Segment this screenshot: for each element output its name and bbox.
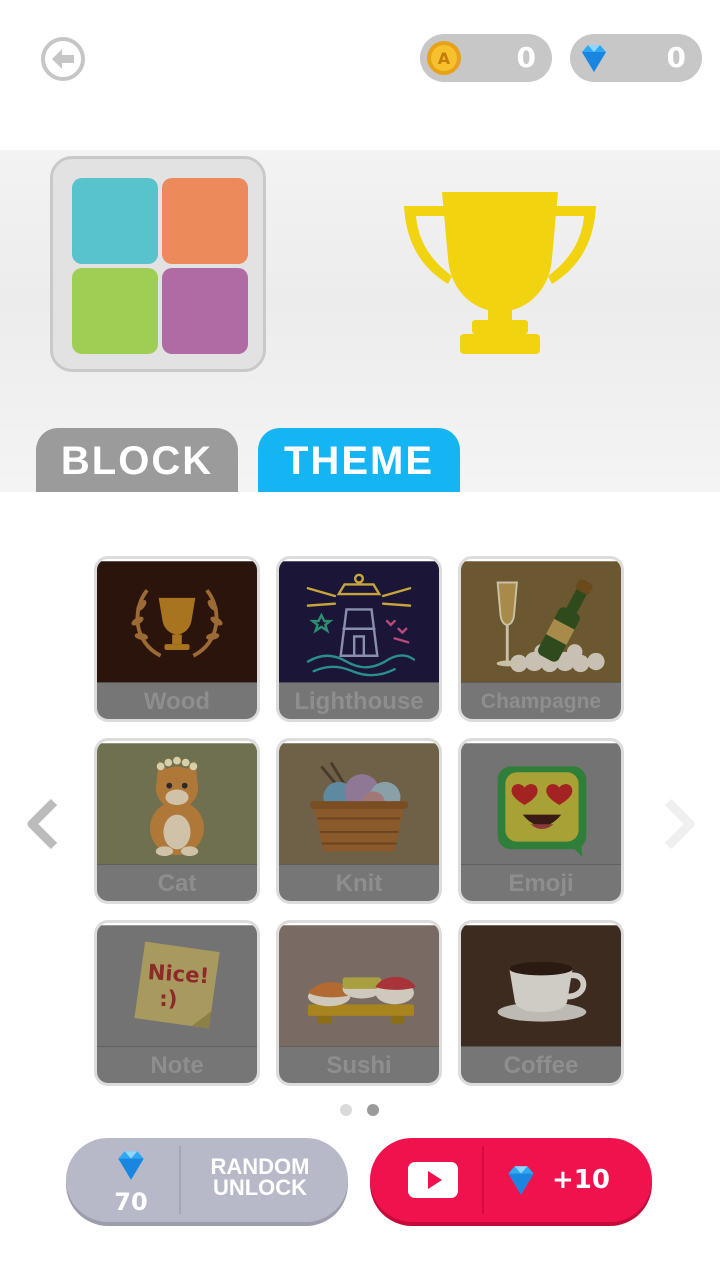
theme-card-emoji[interactable]: Emoji	[458, 738, 624, 904]
video-play-icon	[408, 1162, 458, 1198]
theme-card-sushi[interactable]: Sushi	[276, 920, 442, 1086]
prev-page-arrow-icon[interactable]	[20, 796, 64, 852]
svg-text::): :)	[159, 986, 177, 1011]
theme-card-champagne[interactable]: Champagne	[458, 556, 624, 722]
theme-label: Coffee	[461, 1046, 621, 1083]
preview-tile	[162, 178, 248, 264]
theme-label: Knit	[279, 864, 439, 901]
theme-card-knit[interactable]: Knit	[276, 738, 442, 904]
random-unlock-label: RANDOM UNLOCK	[190, 1154, 330, 1200]
theme-label: Note	[97, 1046, 257, 1083]
trophy-icon	[404, 192, 596, 354]
theme-label: Emoji	[461, 864, 621, 901]
preview-tile	[72, 268, 158, 354]
lighthouse-icon	[279, 561, 439, 683]
theme-card-note[interactable]: Nice! :) Note	[94, 920, 260, 1086]
diamond-icon	[118, 1151, 144, 1180]
coin-count: 0	[516, 41, 536, 74]
watch-video-reward-button[interactable]: +10	[370, 1138, 652, 1222]
block-preview	[50, 156, 266, 372]
page-dot-2[interactable]	[367, 1104, 379, 1116]
gem-balance: 0	[570, 34, 702, 82]
diamond-icon	[508, 1166, 534, 1195]
back-arrow-icon[interactable]	[40, 36, 86, 82]
theme-label: Wood	[97, 682, 257, 719]
random-unlock-button[interactable]: 70 RANDOM UNLOCK	[66, 1138, 348, 1222]
cat-icon	[97, 743, 257, 865]
coffee-cup-icon	[461, 925, 621, 1047]
random-unlock-line1: RANDOM	[210, 1154, 310, 1179]
theme-card-wood[interactable]: Wood	[94, 556, 260, 722]
heart-eyes-emoji-icon	[461, 743, 621, 865]
divider	[179, 1146, 181, 1214]
preview-tile	[162, 268, 248, 354]
gem-count: 0	[666, 41, 686, 74]
coin-icon: A	[427, 41, 461, 75]
svg-text:Nice!: Nice!	[147, 959, 210, 988]
theme-card-cat[interactable]: Cat	[94, 738, 260, 904]
unlock-cost: 70	[114, 1188, 148, 1216]
yarn-basket-icon	[279, 743, 439, 865]
divider	[482, 1146, 484, 1214]
theme-card-coffee[interactable]: Coffee	[458, 920, 624, 1086]
random-unlock-line2: UNLOCK	[212, 1175, 308, 1200]
page-dot-1[interactable]	[340, 1104, 352, 1116]
laurel-trophy-icon	[97, 561, 257, 683]
tab-block[interactable]: BLOCK	[36, 428, 238, 492]
coin-balance: A 0	[420, 34, 552, 82]
theme-label: Sushi	[279, 1046, 439, 1083]
theme-label: Champagne	[461, 682, 621, 719]
champagne-icon	[461, 561, 621, 683]
next-page-arrow-icon[interactable]	[658, 796, 702, 852]
sushi-icon	[279, 925, 439, 1047]
preview-tile	[72, 178, 158, 264]
svg-text:A: A	[438, 49, 451, 68]
theme-label: Lighthouse	[279, 682, 439, 719]
tab-theme[interactable]: THEME	[258, 428, 460, 492]
sticky-note-icon: Nice! :)	[97, 925, 257, 1047]
diamond-icon	[582, 45, 606, 72]
theme-label: Cat	[97, 864, 257, 901]
reward-amount: +10	[552, 1165, 610, 1195]
theme-card-lighthouse[interactable]: Lighthouse	[276, 556, 442, 722]
